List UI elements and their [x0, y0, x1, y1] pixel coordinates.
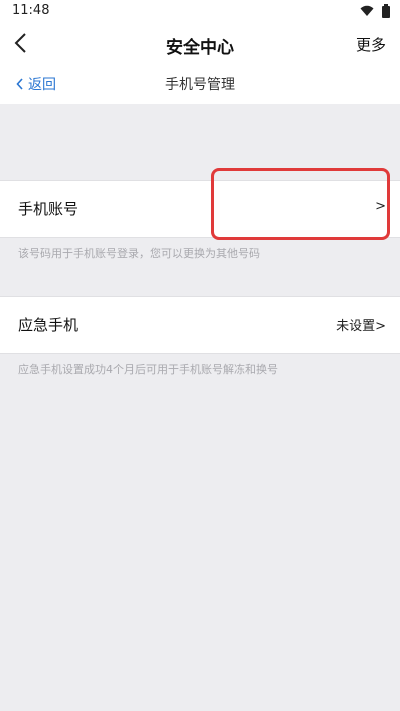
emergency-phone-hint: 应急手机设置成功4个月后可用于手机账号解冻和换号	[18, 363, 278, 376]
app-bar: 安全中心 更多	[0, 24, 400, 64]
wifi-icon	[360, 5, 374, 16]
section-title: 手机号管理	[165, 77, 235, 93]
emergency-phone-label: 应急手机	[18, 316, 79, 334]
page-title: 安全中心	[166, 38, 234, 58]
highlight-box	[211, 168, 390, 240]
more-button[interactable]: 更多	[356, 34, 386, 55]
phone-account-hint: 该号码用于手机账号登录，您可以更换为其他号码	[18, 247, 260, 260]
status-bar: 11:48	[0, 0, 400, 24]
status-time: 11:48	[12, 3, 50, 18]
emergency-phone-value: 未设置>	[336, 319, 386, 334]
battery-icon	[382, 4, 390, 18]
sub-header: 返回 手机号管理	[0, 64, 400, 104]
phone-account-label: 手机账号	[18, 200, 79, 218]
status-icons	[360, 4, 390, 18]
emergency-phone-row[interactable]: 应急手机 未设置>	[0, 296, 400, 354]
